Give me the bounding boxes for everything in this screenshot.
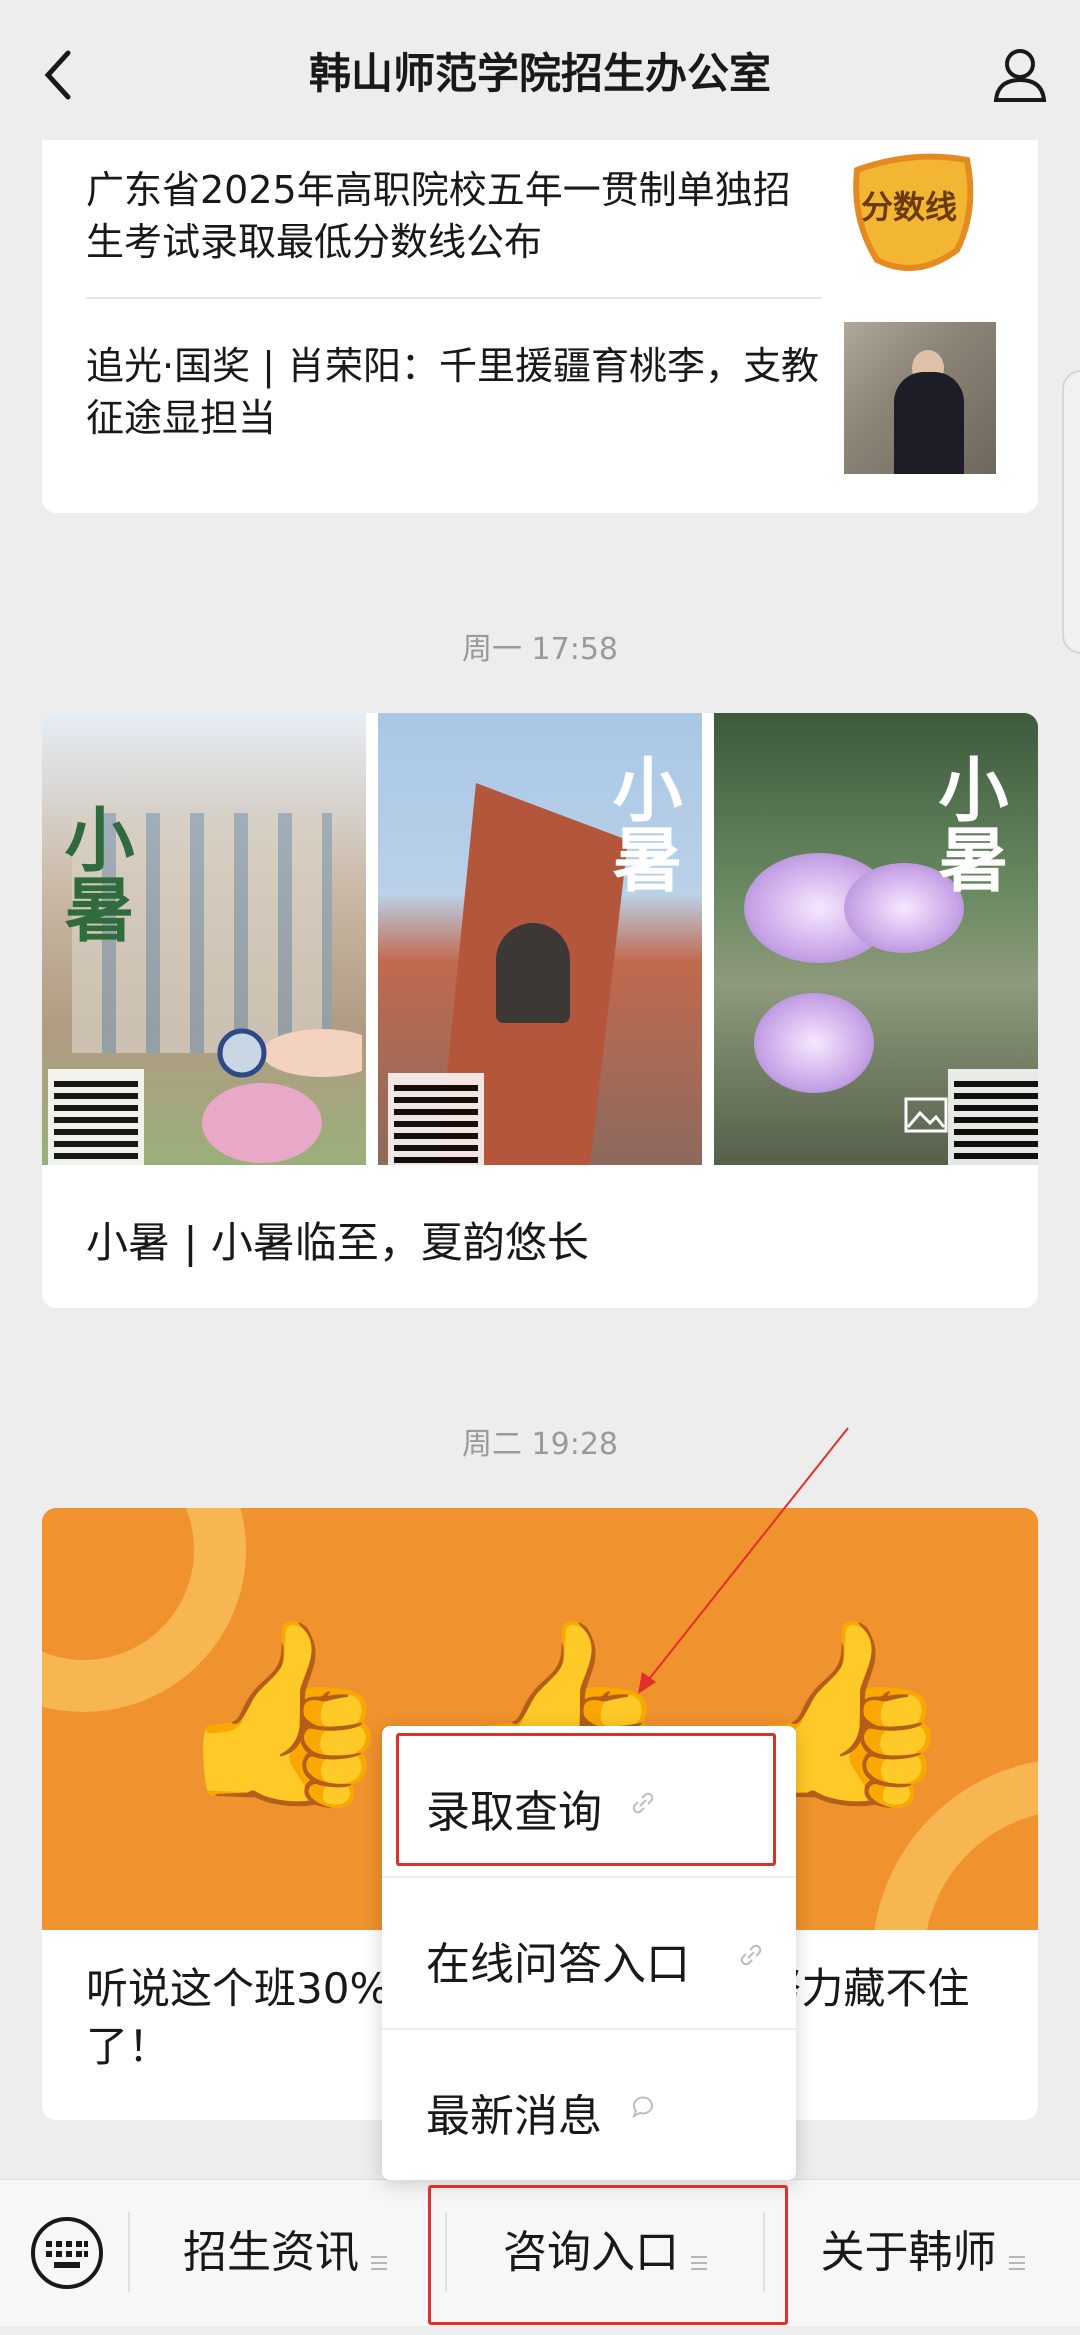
submenu-indicator-icon [691,2255,707,2270]
chat-header: 韩山师范学院招生办公室 [0,0,1080,140]
link-icon [740,1944,762,1966]
page-title: 韩山师范学院招生办公室 [308,49,771,98]
qr-code [388,1073,484,1165]
menu-item-label: 录取查询 [426,1787,602,1838]
menu-button-label: 招生资讯 [183,2227,359,2278]
profile-icon[interactable] [990,44,1050,104]
score-badge-label: 分数线 [861,188,957,226]
article-title-part: 听说这个班30% [86,1964,390,2013]
image-icon [904,1097,948,1133]
scroll-handle[interactable] [1062,370,1080,654]
keyboard-icon[interactable] [28,2214,106,2292]
timestamp: 周二 19:28 [462,1427,618,1462]
article-card-2[interactable]: 小暑 小暑 小暑 小暑 | 小暑临至，夏韵悠长 [42,713,1038,1308]
timestamp: 周一 17:58 [462,632,618,667]
submenu-popup: 录取查询 在线问答入口 最新消息 [382,1726,796,2180]
menu-item-online-qa[interactable]: 在线问答入口 [382,1878,796,2028]
article-title: 广东省2025年高职院校五年一贯制单独招生考试录取最低分数线公布 [86,168,791,264]
poster-image-1: 小暑 [42,713,366,1165]
menu-button-label: 关于韩师 [820,2227,997,2278]
bottom-menu-bar: 招生资讯 咨询入口 关于韩师 [0,2179,1080,2326]
menu-button-about[interactable]: 关于韩师 [765,2180,1080,2326]
poster-image-2: 小暑 [378,713,702,1165]
submenu-indicator-icon [1008,2255,1025,2270]
divider [86,297,822,299]
article-title: 小暑 | 小暑临至，夏韵悠长 [86,1218,589,1267]
article-thumbnail-photo [844,322,996,474]
article-title: 追光·国奖 | 肖荣阳：千里援疆育桃李，支教征途显担当 [86,344,820,440]
poster-calligraphy: 小暑 [601,753,684,893]
menu-button-consultation[interactable]: 咨询入口 [447,2180,763,2326]
article-card-1: 广东省2025年高职院校五年一贯制单独招生考试录取最低分数线公布 分数线 追光·… [42,140,1038,513]
menu-button-admissions-info[interactable]: 招生资讯 [130,2180,440,2326]
poster-calligraphy: 小暑 [927,753,1010,893]
chat-bubble-icon [632,2096,653,2119]
poster-calligraphy: 小暑 [53,803,136,943]
menu-item-admission-query[interactable]: 录取查询 [382,1726,796,1876]
article-title-part: 了！ [86,2022,171,2071]
qr-code [948,1069,1038,1165]
qr-code [48,1069,144,1165]
poster-image-3: 小暑 [714,713,1038,1165]
menu-button-label: 咨询入口 [503,2227,679,2278]
menu-item-latest-news[interactable]: 最新消息 [382,2030,796,2180]
score-badge-thumbnail: 分数线 [853,153,974,271]
submenu-indicator-icon [371,2255,387,2270]
thumbs-up-icon: 👍 [172,1609,397,1818]
link-icon [632,1792,654,1814]
menu-item-label: 最新消息 [426,2091,602,2142]
annotation-arrow [638,1427,849,1694]
menu-item-label: 在线问答入口 [426,1939,690,1990]
